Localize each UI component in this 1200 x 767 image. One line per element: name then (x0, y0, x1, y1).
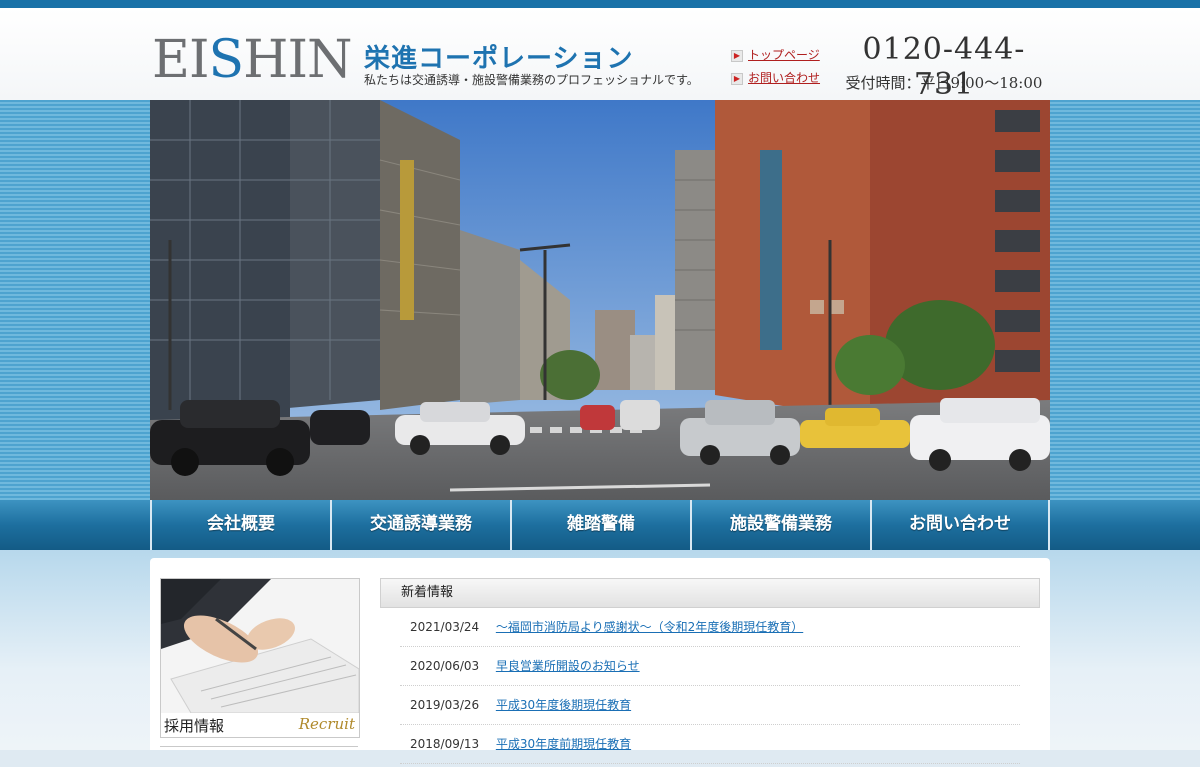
news-heading: 新着情報 (380, 578, 1040, 608)
company-name: 栄進コーポレーション (364, 44, 634, 74)
nav-item-crowd-security[interactable]: 雑踏警備 (510, 500, 690, 550)
news-link[interactable]: 早良営業所開設のお知らせ (496, 659, 640, 673)
recruit-label-jp: 採用情報 (164, 717, 225, 735)
news-link[interactable]: 平成30年度後期現任教育 (496, 698, 631, 712)
main-content: 採用情報 Recruit 新着情報 2021/03/24 ～福岡市消防局より感謝… (150, 558, 1050, 764)
arrow-right-icon: ▶ (731, 72, 743, 85)
tagline: 私たちは交通誘導・施設警備業務のプロフェッショナルです。 (364, 73, 699, 87)
city-intersection-photo (150, 100, 1050, 500)
logo-latin-suffix: HIN (243, 30, 352, 90)
phone-number: 0120-444-731 (838, 32, 1050, 105)
news-date: 2021/03/24 (410, 620, 480, 634)
logo-latin-accent: S (208, 30, 245, 90)
sidebar-next-banner (160, 746, 358, 767)
nav-item-facility-security[interactable]: 施設警備業務 (690, 500, 870, 550)
top-accent-strip (0, 0, 1200, 8)
arrow-right-icon: ▶ (731, 49, 743, 62)
nav-item-company-overview[interactable]: 会社概要 (150, 500, 330, 550)
site-logo[interactable]: EISHIN (152, 34, 353, 86)
news-link[interactable]: ～福岡市消防局より感謝状～（令和2年度後期現任教育） (496, 620, 803, 634)
news-link[interactable]: 平成30年度前期現任教育 (496, 737, 631, 751)
recruit-label: 採用情報 Recruit (161, 713, 359, 737)
hands-writing-document-photo (161, 579, 359, 714)
news-date: 2020/06/03 (410, 659, 480, 673)
news-section: 新着情報 2021/03/24 ～福岡市消防局より感謝状～（令和2年度後期現任教… (380, 578, 1040, 764)
news-item: 2018/09/13 平成30年度前期現任教育 (400, 725, 1020, 764)
nav-item-contact[interactable]: お問い合わせ (870, 500, 1050, 550)
top-page-link[interactable]: ▶ トップページ (731, 46, 820, 63)
site-header: EISHIN 栄進コーポレーション 私たちは交通誘導・施設警備業務のプロフェッシ… (0, 8, 1200, 105)
news-item: 2020/06/03 早良営業所開設のお知らせ (400, 647, 1020, 686)
recruit-banner[interactable]: 採用情報 Recruit (160, 578, 360, 738)
contact-link-label: お問い合わせ (748, 71, 821, 85)
header-links: ▶ トップページ ▶ お問い合わせ (731, 46, 820, 92)
logo-latin-prefix: EI (152, 30, 209, 90)
news-list: 2021/03/24 ～福岡市消防局より感謝状～（令和2年度後期現任教育） 20… (380, 608, 1040, 764)
business-hours: 受付時間：平日9:00～18:00 (845, 74, 1043, 92)
news-date: 2019/03/26 (410, 698, 480, 712)
top-page-link-label: トップページ (748, 48, 820, 62)
recruit-label-en: Recruit (298, 715, 355, 733)
news-item: 2019/03/26 平成30年度後期現任教育 (400, 686, 1020, 725)
hero-image (150, 100, 1050, 500)
news-date: 2018/09/13 (410, 737, 480, 751)
main-navigation: 会社概要 交通誘導業務 雑踏警備 施設警備業務 お問い合わせ (0, 500, 1200, 550)
contact-link[interactable]: ▶ お問い合わせ (731, 69, 820, 86)
news-item: 2021/03/24 ～福岡市消防局より感謝状～（令和2年度後期現任教育） (400, 608, 1020, 647)
nav-item-traffic-guidance[interactable]: 交通誘導業務 (330, 500, 510, 550)
